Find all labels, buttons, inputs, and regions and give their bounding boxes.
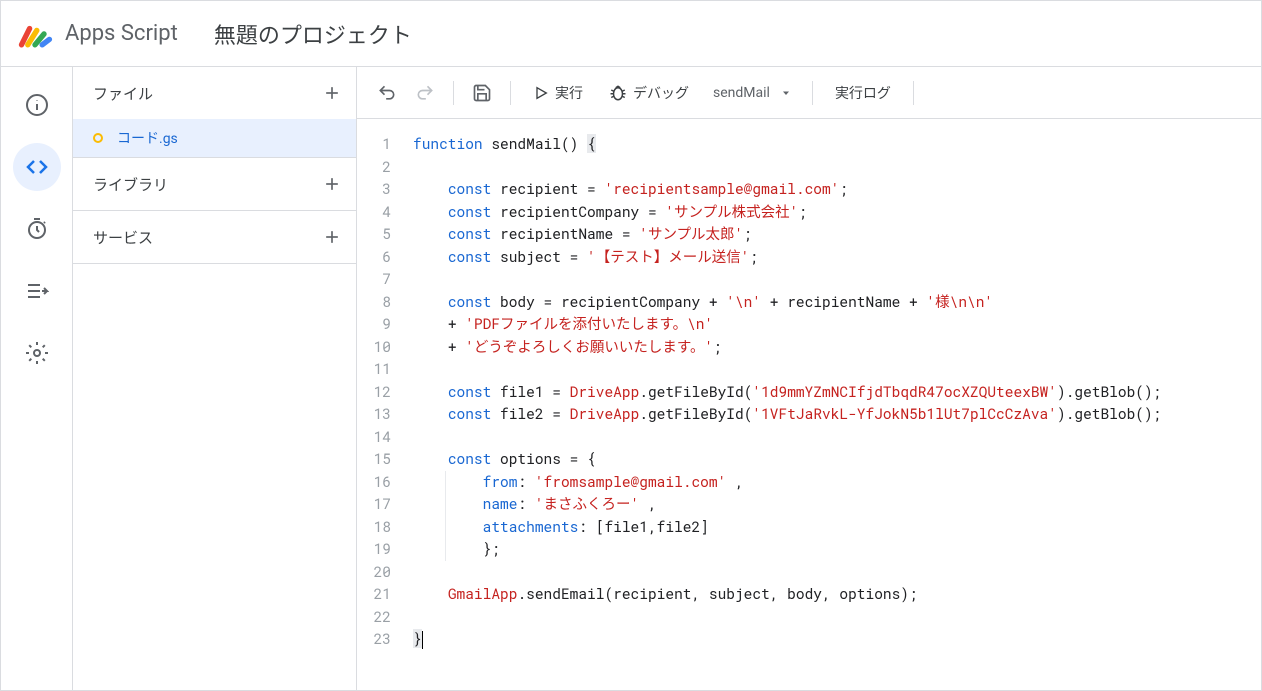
toolbar-separator bbox=[510, 81, 511, 105]
rail-settings[interactable] bbox=[13, 329, 61, 377]
redo-button[interactable] bbox=[407, 75, 443, 111]
rail-overview[interactable] bbox=[13, 81, 61, 129]
sidebar: ファイル コード.gs ライブラリ サービス bbox=[73, 67, 357, 690]
libraries-label: ライブラリ bbox=[93, 174, 168, 195]
toolbar-separator bbox=[453, 81, 454, 105]
add-library-button[interactable] bbox=[320, 172, 344, 196]
file-item-code[interactable]: コード.gs bbox=[73, 119, 356, 157]
apps-script-logo-icon bbox=[17, 16, 53, 52]
files-header: ファイル bbox=[73, 67, 356, 119]
code-content[interactable]: function sendMail() { const recipient = … bbox=[405, 133, 1261, 690]
file-status-icon bbox=[93, 133, 103, 143]
code-editor[interactable]: 1234567891011121314151617181920212223 fu… bbox=[357, 119, 1261, 690]
debug-button[interactable]: デバッグ bbox=[597, 75, 701, 111]
left-rail bbox=[1, 67, 73, 690]
toolbar-separator bbox=[812, 81, 813, 105]
libraries-header: ライブラリ bbox=[73, 158, 356, 210]
add-file-button[interactable] bbox=[320, 81, 344, 105]
services-header: サービス bbox=[73, 211, 356, 263]
rail-executions[interactable] bbox=[13, 267, 61, 315]
rail-triggers[interactable] bbox=[13, 205, 61, 253]
execution-log-button[interactable]: 実行ログ bbox=[823, 75, 903, 111]
run-button[interactable]: 実行 bbox=[521, 75, 595, 111]
undo-button[interactable] bbox=[369, 75, 405, 111]
services-label: サービス bbox=[93, 227, 153, 248]
save-button[interactable] bbox=[464, 75, 500, 111]
rail-editor[interactable] bbox=[13, 143, 61, 191]
editor: 実行 デバッグ sendMail 実行ログ 123456789101112131… bbox=[357, 67, 1261, 690]
add-service-button[interactable] bbox=[320, 225, 344, 249]
gutter: 1234567891011121314151617181920212223 bbox=[357, 133, 405, 690]
files-label: ファイル bbox=[93, 83, 153, 104]
function-selector[interactable]: sendMail bbox=[703, 85, 802, 101]
header: Apps Script 無題のプロジェクト bbox=[1, 1, 1261, 67]
file-name: コード.gs bbox=[117, 128, 178, 148]
toolbar: 実行 デバッグ sendMail 実行ログ bbox=[357, 67, 1261, 119]
app-name: Apps Script bbox=[65, 21, 178, 46]
toolbar-separator bbox=[913, 81, 914, 105]
project-title[interactable]: 無題のプロジェクト bbox=[214, 18, 412, 50]
dropdown-icon bbox=[780, 87, 792, 99]
